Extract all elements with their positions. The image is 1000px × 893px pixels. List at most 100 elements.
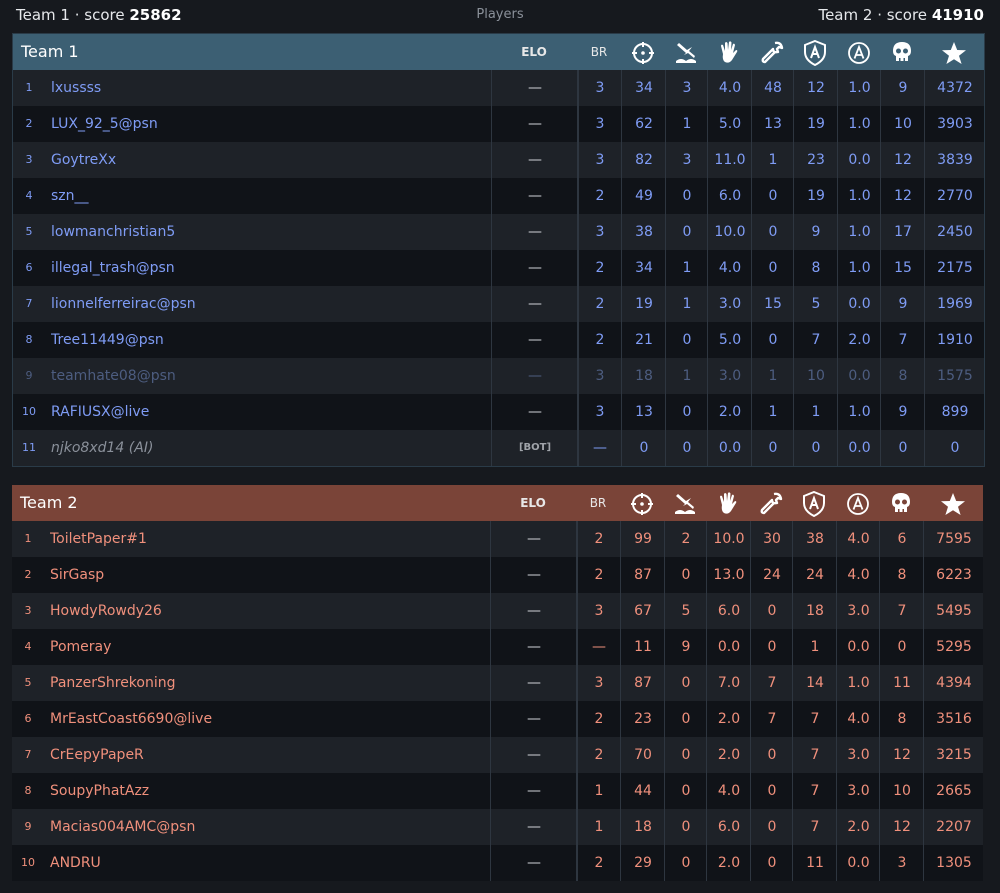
player-name[interactable]: lionnelferreirac@psn [51, 286, 491, 322]
table-row[interactable]: 3 HowdyRowdy26—3 67 5 6.0 0 18 3.0 7 5495 [12, 593, 983, 629]
player-name[interactable]: SoupyPhatAzz [50, 773, 490, 809]
table-row[interactable]: 9 Macias004AMC@psn —1 18 0 6.0 0 7 2.0 12 2207 [12, 809, 983, 845]
stat-crosshair: 18 [621, 358, 666, 394]
player-elo: [BOT] [491, 430, 579, 466]
stat-star: 1969 [924, 286, 985, 322]
shield-a-icon [792, 485, 836, 521]
player-name[interactable]: RAFIUSX@live [51, 394, 491, 430]
player-name[interactable]: HowdyRowdy26 [50, 593, 490, 629]
stat-skull: 0 [880, 430, 925, 466]
player-name[interactable]: PanzerShrekoning [50, 665, 490, 701]
stat-wrench: 13 [751, 106, 794, 142]
stat-hand-wave: 5.0 [707, 322, 752, 358]
stat-wrench: 0 [751, 214, 794, 250]
stat-circle-a: 0.0 [836, 629, 880, 665]
stat-star: 899 [924, 394, 985, 430]
stat-star: 1305 [923, 845, 984, 881]
stat-shield-a: 14 [792, 665, 837, 701]
table-row[interactable]: 8 Tree11449@psn —2 21 0 5.0 0 7 2.0 7 1910 [13, 322, 984, 358]
table-row[interactable]: 7 lionnelferreirac@psn —2 19 1 3.0 15 5 0.0 9 1969 [13, 286, 984, 322]
table-row[interactable]: 10 RAFIUSX@live —3 13 0 2.0 1 1 1.0 9 899 [13, 394, 984, 430]
row-rank: 9 [24, 820, 32, 833]
stat-hand-wave: 7.0 [706, 665, 751, 701]
player-name[interactable]: LUX_92_5@psn [51, 106, 491, 142]
table-row[interactable]: 1 lxussss —3 34 3 4.0 48 12 1.0 9 4372 [13, 70, 984, 106]
stat-shield-a: 19 [793, 106, 838, 142]
table-row[interactable]: 11 njko8xd14 (AI) [BOT] —0 0 0.0 0 0 0.0 0 0 [13, 430, 984, 466]
player-name[interactable]: Tree11449@psn [51, 322, 491, 358]
stat-star: 1910 [924, 322, 985, 358]
table-row[interactable]: 4 szn__ —2 49 0 6.0 0 19 1.0 12 2770 [13, 178, 984, 214]
stat-star: 3215 [923, 737, 984, 773]
row-rank: 8 [25, 333, 33, 346]
table-row[interactable]: 2 LUX_92_5@psn —3 62 1 5.0 13 19 1.0 10 3903 [13, 106, 984, 142]
stat-plane-crash: 1 [665, 286, 708, 322]
team2-rows: 1 ToiletPaper#1—2 99 2 10.0 30 38 4.0 6 7595 2 SirG… [12, 521, 983, 881]
stat-star: 7595 [923, 521, 984, 557]
table-row[interactable]: 9 teamhate08@psn —3 18 1 3.0 1 10 0.0 8 1575 [13, 358, 984, 394]
player-name[interactable]: illegal_trash@psn [51, 250, 491, 286]
player-name[interactable]: lxussss [51, 70, 491, 106]
row-rank: 2 [25, 117, 33, 130]
stat-plane-crash: 0 [665, 322, 708, 358]
stat-wrench: 0 [750, 809, 793, 845]
table-row[interactable]: 5 lowmanchristian5—3 38 0 10.0 0 9 1.0 17 2450 [13, 214, 984, 250]
table-row[interactable]: 10 ANDRU —2 29 0 2.0 0 11 0.0 3 1305 [12, 845, 983, 881]
row-rank: 8 [24, 784, 32, 797]
table-row[interactable]: 6 MrEastCoast6690@live —2 23 0 2.0 7 7 4.0 8 3516 [12, 701, 983, 737]
stat-circle-a: 2.0 [837, 322, 881, 358]
stat-plane-crash: 0 [665, 178, 708, 214]
table-row[interactable]: 8 SoupyPhatAzz —1 44 0 4.0 0 7 3.0 10 2665 [12, 773, 983, 809]
stat-crosshair: 87 [620, 665, 665, 701]
stat-crosshair: 34 [621, 70, 666, 106]
player-elo: — [490, 737, 578, 773]
table-row[interactable]: 2 SirGasp —2 87 0 13.0 24 24 4.0 8 6223 [12, 557, 983, 593]
player-name[interactable]: njko8xd14 (AI) [51, 430, 491, 466]
team1-header: Team 1 ELO BR [13, 34, 984, 70]
stat-wrench: 0 [751, 322, 794, 358]
player-br: 3 [576, 665, 621, 701]
stat-circle-a: 0.0 [837, 286, 881, 322]
stat-shield-a: 24 [792, 557, 837, 593]
stat-star: 2450 [924, 214, 985, 250]
stat-crosshair: 13 [621, 394, 666, 430]
player-name[interactable]: szn__ [51, 178, 491, 214]
br-column-header: BR [590, 45, 608, 59]
table-row[interactable]: 4 Pomeray — —11 9 0.0 0 1 0.0 0 5295 [12, 629, 983, 665]
plane-crash-icon [665, 34, 707, 70]
table-row[interactable]: 5 PanzerShrekoning —3 87 0 7.0 7 14 1.0 11 4394 [12, 665, 983, 701]
player-elo: — [491, 250, 579, 286]
stat-crosshair: 0 [621, 430, 666, 466]
player-name[interactable]: Macias004AMC@psn [50, 809, 490, 845]
table-row[interactable]: 7 CrEepyPapeR —2 70 0 2.0 0 7 3.0 12 3215 [12, 737, 983, 773]
stat-shield-a: 12 [793, 70, 838, 106]
stat-wrench: 15 [751, 286, 794, 322]
player-name[interactable]: CrEepyPapeR [50, 737, 490, 773]
stat-plane-crash: 3 [665, 142, 708, 178]
player-name[interactable]: lowmanchristian5 [51, 214, 491, 250]
stat-star: 6223 [923, 557, 984, 593]
stat-star: 2175 [924, 250, 985, 286]
player-name[interactable]: ANDRU [50, 845, 490, 881]
table-row[interactable]: 6 illegal_trash@psn —2 34 1 4.0 0 8 1.0 15 2175 [13, 250, 984, 286]
player-name[interactable]: GoytreXx [51, 142, 491, 178]
player-name[interactable]: MrEastCoast6690@live [50, 701, 490, 737]
team1-rows: 1 lxussss —3 34 3 4.0 48 12 1.0 9 4372 2 LUX_92_5@ps… [13, 70, 984, 466]
stat-star: 2665 [923, 773, 984, 809]
stat-circle-a: 3.0 [836, 593, 880, 629]
table-row[interactable]: 1 ToiletPaper#1—2 99 2 10.0 30 38 4.0 6 7595 [12, 521, 983, 557]
player-name[interactable]: ToiletPaper#1 [50, 521, 490, 557]
stat-shield-a: 18 [792, 593, 837, 629]
row-rank: 11 [22, 441, 36, 454]
table-row[interactable]: 3 GoytreXx —3 82 3 11.0 1 23 0.0 12 3839 [13, 142, 984, 178]
stat-wrench: 7 [750, 665, 793, 701]
player-br: — [576, 629, 621, 665]
player-name[interactable]: SirGasp [50, 557, 490, 593]
stat-wrench: 1 [751, 358, 794, 394]
player-name[interactable]: Pomeray [50, 629, 490, 665]
stat-crosshair: 19 [621, 286, 666, 322]
player-elo: — [490, 557, 578, 593]
stat-crosshair: 99 [620, 521, 665, 557]
stat-hand-wave: 5.0 [707, 106, 752, 142]
player-name[interactable]: teamhate08@psn [51, 358, 491, 394]
